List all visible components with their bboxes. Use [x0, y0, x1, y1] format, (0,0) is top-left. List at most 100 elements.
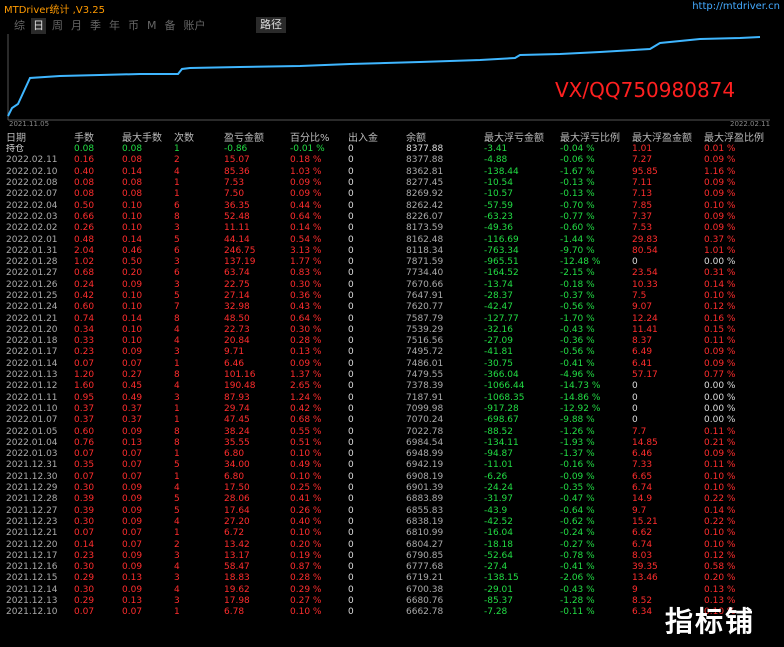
table-cell: 2.65 % — [290, 381, 322, 392]
table-cell: -1.67 % — [560, 166, 595, 177]
tab-8[interactable]: 备 — [163, 18, 178, 34]
table-cell: 0 — [348, 223, 354, 234]
table-cell: 0.48 — [74, 234, 95, 245]
table-cell: 2022.01.13 — [6, 370, 58, 381]
brand-logo: 指标铺 — [665, 605, 756, 638]
table-row: 2022.01.31 2.04 0.46 6 246.75 3.13 % 0 8118.34 -… — [0, 246, 776, 257]
table-cell: 0.60 — [74, 426, 95, 437]
table-cell: 2022.01.20 — [6, 324, 58, 335]
table-cell: -0.70 % — [560, 200, 595, 211]
column-header: 次数 — [174, 132, 194, 144]
table-cell: 0.20 — [122, 268, 143, 279]
table-cell: 0.42 % — [290, 403, 322, 414]
table-cell: 7 — [174, 302, 180, 313]
table-cell: 80.54 — [632, 245, 658, 256]
tab-3[interactable]: 月 — [69, 18, 84, 34]
table-cell: 0.07 — [74, 358, 95, 369]
table-cell: 8.03 — [632, 550, 653, 561]
table-cell: 13.46 — [632, 573, 658, 584]
table-row: 2021.12.29 0.30 0.09 4 17.50 0.25 % 0 6901.39 -2… — [0, 483, 776, 494]
table-row: 2021.12.30 0.07 0.07 1 6.80 0.10 % 0 6908.19 -6.… — [0, 472, 776, 483]
table-cell: 0.00 % — [704, 257, 736, 268]
tab-5[interactable]: 年 — [107, 18, 122, 34]
table-cell: 0.07 — [122, 528, 143, 539]
table-cell: -10.57 — [484, 189, 514, 200]
table-cell: 0.08 — [74, 189, 95, 200]
table-cell: 2021.12.28 — [6, 494, 58, 505]
table-cell: 6.41 — [632, 358, 653, 369]
table-cell: 0 — [348, 155, 354, 166]
tab-6[interactable]: 币 — [126, 18, 141, 34]
table-cell: 0.28 % — [290, 336, 322, 347]
table-cell: 1 — [174, 403, 180, 414]
table-cell: 0 — [348, 449, 354, 460]
table-cell: 6942.19 — [406, 460, 444, 471]
table-cell: 2022.01.17 — [6, 347, 58, 358]
table-row: 2022.01.27 0.68 0.20 6 63.74 0.83 % 0 7734.40 -1… — [0, 268, 776, 279]
table-cell: 0.29 — [74, 596, 95, 607]
table-cell: -0.43 % — [560, 584, 595, 595]
table-cell: 0.64 % — [290, 313, 322, 324]
table-cell: 0 — [348, 178, 354, 189]
table-cell: 0.37 — [74, 415, 95, 426]
table-cell: 20.84 — [224, 336, 250, 347]
table-cell: 0.00 % — [704, 381, 736, 392]
table-cell: -1.44 % — [560, 234, 595, 245]
table-cell: -0.78 % — [560, 550, 595, 561]
table-cell: 2021.12.10 — [6, 607, 58, 618]
table-cell: 6.49 — [632, 347, 653, 358]
table-cell: 0 — [348, 584, 354, 595]
table-cell: 39.35 — [632, 562, 658, 573]
table-row: 2022.01.10 0.37 0.37 1 29.74 0.42 % 0 7099.98 -9… — [0, 404, 776, 415]
table-cell: 32.98 — [224, 302, 250, 313]
table-cell: 1 — [174, 189, 180, 200]
table-cell: 0.39 — [74, 494, 95, 505]
table-cell: 0 — [348, 291, 354, 301]
table-cell: 2022.01.10 — [6, 403, 58, 414]
table-cell: 0.09 % — [290, 358, 322, 369]
holding-cell: 0.01 % — [704, 144, 736, 155]
table-cell: 0.14 % — [704, 505, 736, 516]
holding-cell: -0.86 — [224, 144, 248, 155]
table-cell: 2.04 — [74, 245, 95, 256]
table-cell: 2021.12.16 — [6, 562, 58, 573]
tab-7[interactable]: M — [145, 18, 159, 34]
table-cell: 0.08 — [122, 155, 143, 166]
table-cell: 6901.39 — [406, 483, 444, 494]
table-cell: 22.73 — [224, 324, 250, 335]
table-cell: 0.36 % — [290, 291, 322, 301]
table-cell: -31.97 — [484, 494, 514, 505]
table-cell: 6948.99 — [406, 449, 444, 460]
tab-4[interactable]: 季 — [88, 18, 103, 34]
table-cell: 2022.01.14 — [6, 358, 58, 369]
holding-cell: 0.08 — [74, 144, 95, 155]
table-cell: 0 — [348, 370, 354, 381]
table-cell: 0.14 — [74, 539, 95, 550]
tab-0[interactable]: 综 — [12, 18, 27, 34]
table-cell: 0.09 — [122, 494, 143, 505]
table-cell: 0.10 — [122, 336, 143, 347]
tab-2[interactable]: 周 — [50, 18, 65, 34]
table-cell: 0.66 — [74, 211, 95, 222]
path-button[interactable]: 路径 — [256, 17, 286, 33]
tab-9[interactable]: 账户 — [182, 18, 208, 34]
table-cell: 0.10 — [122, 302, 143, 313]
table-cell: 7539.29 — [406, 324, 444, 335]
table-cell: -0.60 % — [560, 223, 595, 234]
tab-1[interactable]: 日 — [31, 18, 46, 34]
table-cell: 0.22 % — [704, 494, 736, 505]
table-cell: 0.41 % — [290, 494, 322, 505]
table-cell: 8277.45 — [406, 178, 444, 189]
website-link[interactable]: http://mtdriver.cn — [692, 1, 780, 12]
table-cell: 0.44 % — [290, 200, 322, 211]
table-cell: 0.29 — [74, 573, 95, 584]
table-cell: 7.85 — [632, 200, 653, 211]
table-cell: 0.09 — [122, 584, 143, 595]
table-row: 2021.12.27 0.39 0.09 5 17.64 0.26 % 0 6855.83 -4… — [0, 506, 776, 517]
table-row: 2022.02.07 0.08 0.08 1 7.50 0.09 % 0 8269.92 -10… — [0, 189, 776, 200]
chart-end-date: 2022.02.11 — [730, 120, 771, 128]
table-cell: 35.55 — [224, 437, 250, 448]
table-cell: 6804.27 — [406, 539, 444, 550]
table-cell: 0.77 % — [704, 370, 736, 381]
table-cell: 0.68 — [74, 268, 95, 279]
